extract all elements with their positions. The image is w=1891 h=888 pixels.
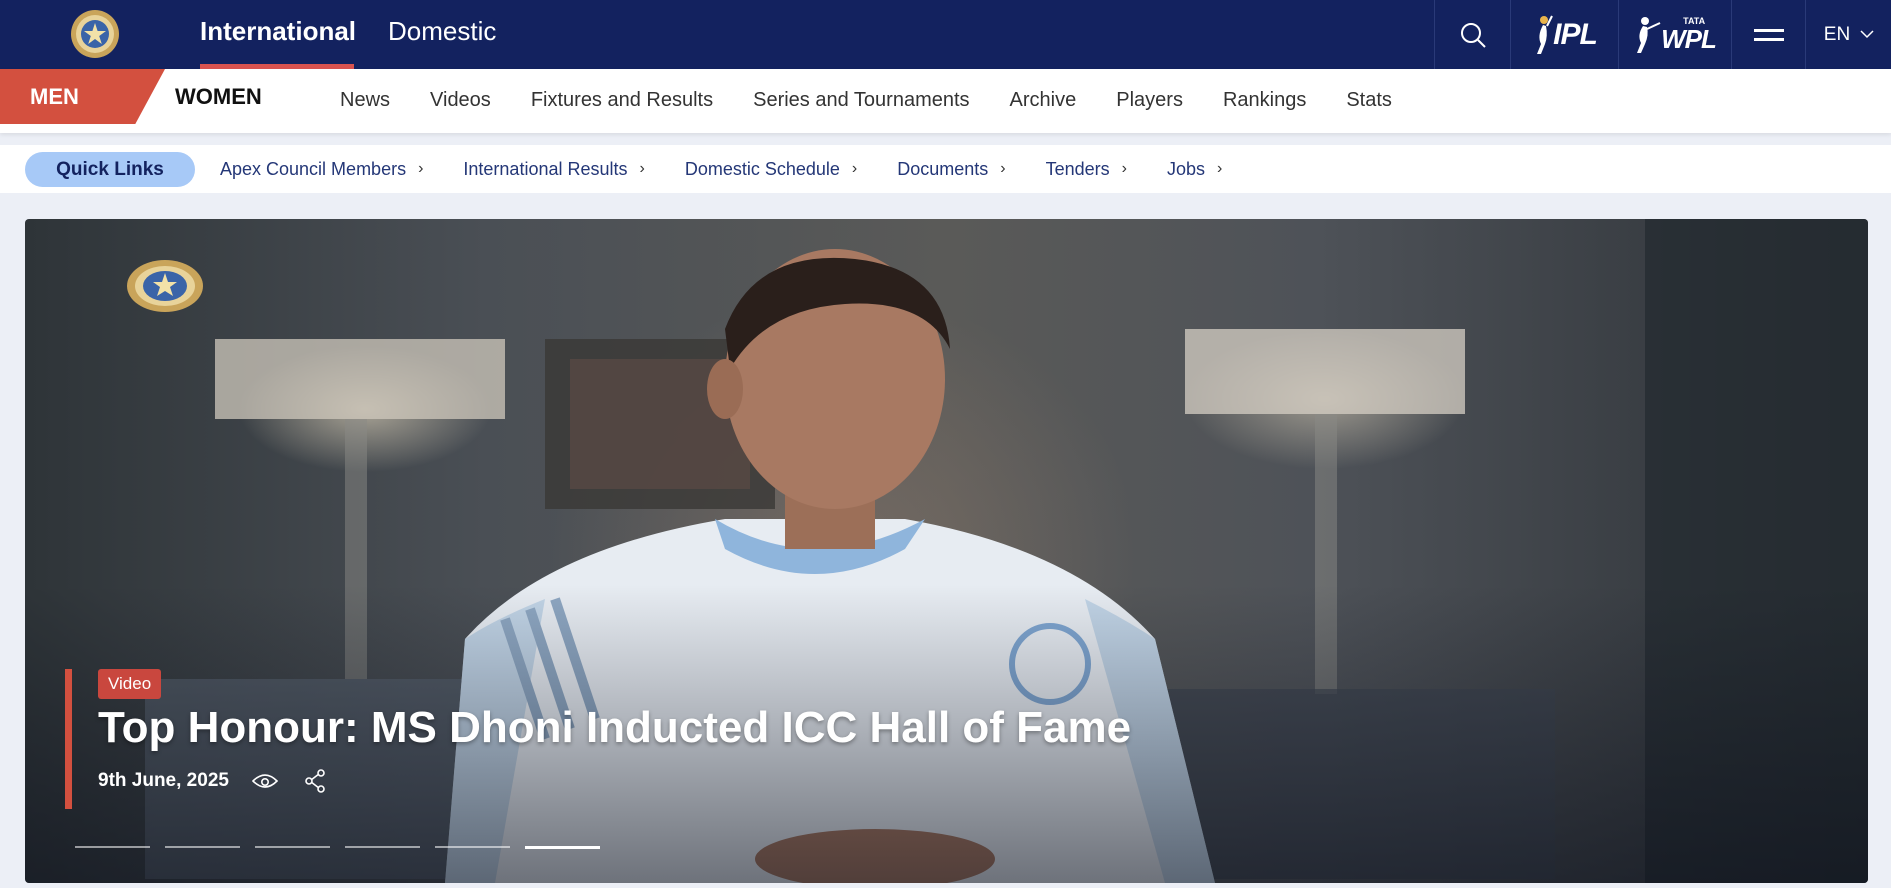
wpl-logo-text: WPL bbox=[1661, 24, 1717, 54]
carousel-dot-5[interactable] bbox=[435, 846, 510, 848]
chevron-right-icon: › bbox=[1217, 160, 1223, 177]
language-label: EN bbox=[1823, 23, 1851, 45]
tab-domestic[interactable]: Domestic bbox=[388, 0, 496, 69]
ipl-logo-text: IPL bbox=[1553, 17, 1598, 51]
nav-item-rankings[interactable]: Rankings bbox=[1223, 69, 1306, 133]
quick-link-jobs[interactable]: Jobs › bbox=[1167, 145, 1222, 193]
hamburger-menu-icon bbox=[1754, 28, 1784, 41]
content-type-badge: Video bbox=[98, 669, 162, 699]
carousel-dot-4[interactable] bbox=[345, 846, 420, 848]
bcci-watermark-logo bbox=[127, 260, 203, 312]
publish-date: 9th June, 2025 bbox=[98, 770, 229, 791]
carousel-dot-6[interactable] bbox=[525, 846, 600, 849]
quick-link-tenders[interactable]: Tenders › bbox=[1046, 145, 1127, 193]
quick-link-label: Tenders bbox=[1045, 159, 1110, 179]
hero-headline[interactable]: Top Honour: MS Dhoni Inducted ICC Hall o… bbox=[98, 703, 1131, 753]
carousel-dot-1[interactable] bbox=[75, 846, 150, 848]
nav-item-players[interactable]: Players bbox=[1116, 69, 1183, 133]
eye-icon bbox=[251, 774, 278, 788]
hero-accent-bar bbox=[65, 669, 72, 809]
ipl-link[interactable]: IPL bbox=[1510, 0, 1619, 69]
nav-item-news[interactable]: News bbox=[340, 69, 390, 133]
hero-meta: 9th June, 2025 bbox=[98, 765, 329, 797]
tab-men[interactable]: MEN bbox=[0, 69, 165, 124]
carousel-dot-3[interactable] bbox=[255, 846, 330, 848]
quick-link-label: Jobs bbox=[1166, 159, 1206, 179]
chevron-down-icon bbox=[1860, 30, 1874, 39]
top-bar: International Domestic IPL TATA WPL EN bbox=[0, 0, 1891, 69]
language-selector[interactable]: EN bbox=[1805, 0, 1891, 69]
carousel-indicators bbox=[75, 846, 600, 849]
quick-link-apex-council-members[interactable]: Apex Council Members › bbox=[220, 145, 423, 193]
chevron-right-icon: › bbox=[639, 160, 645, 177]
tab-international[interactable]: International bbox=[200, 0, 356, 69]
nav-menu: News Videos Fixtures and Results Series … bbox=[340, 69, 1432, 133]
nav-item-videos[interactable]: Videos bbox=[430, 69, 491, 133]
share-button[interactable] bbox=[301, 767, 329, 795]
quick-links-bar: Quick Links Apex Council Members › Inter… bbox=[0, 145, 1891, 193]
quick-links-label: Quick Links bbox=[25, 152, 195, 187]
chevron-right-icon: › bbox=[1121, 160, 1127, 177]
chevron-right-icon: › bbox=[418, 160, 424, 177]
nav-item-archive[interactable]: Archive bbox=[1010, 69, 1077, 133]
chevron-right-icon: › bbox=[851, 160, 858, 177]
share-icon bbox=[305, 769, 325, 793]
quick-link-label: Apex Council Members bbox=[220, 159, 407, 179]
tab-women[interactable]: WOMEN bbox=[175, 69, 262, 124]
nav-item-series-and-tournaments[interactable]: Series and Tournaments bbox=[753, 69, 969, 133]
quick-link-label: International Results bbox=[463, 159, 628, 179]
wpl-batter-icon bbox=[1637, 16, 1661, 53]
search-icon bbox=[1461, 22, 1486, 48]
section-nav: MEN WOMEN News Videos Fixtures and Resul… bbox=[0, 69, 1891, 133]
menu-button[interactable] bbox=[1731, 0, 1806, 69]
chevron-right-icon: › bbox=[1000, 160, 1006, 177]
bcci-logo[interactable] bbox=[69, 8, 121, 60]
ipl-batsman-icon bbox=[1537, 15, 1554, 54]
search-button[interactable] bbox=[1434, 0, 1511, 69]
wpl-link[interactable]: TATA WPL bbox=[1618, 0, 1732, 69]
nav-item-stats[interactable]: Stats bbox=[1346, 69, 1392, 133]
views-button[interactable] bbox=[251, 767, 279, 795]
carousel-dot-2[interactable] bbox=[165, 846, 240, 848]
quick-link-domestic-schedule[interactable]: Domestic Schedule › bbox=[685, 145, 857, 193]
quick-link-label: Domestic Schedule bbox=[684, 159, 840, 179]
nav-item-fixtures-and-results[interactable]: Fixtures and Results bbox=[531, 69, 713, 133]
quick-link-documents[interactable]: Documents › bbox=[897, 145, 1005, 193]
quick-link-international-results[interactable]: International Results › bbox=[463, 145, 644, 193]
hero-carousel[interactable]: Video Top Honour: MS Dhoni Inducted ICC … bbox=[25, 219, 1868, 883]
quick-link-label: Documents bbox=[897, 159, 989, 179]
